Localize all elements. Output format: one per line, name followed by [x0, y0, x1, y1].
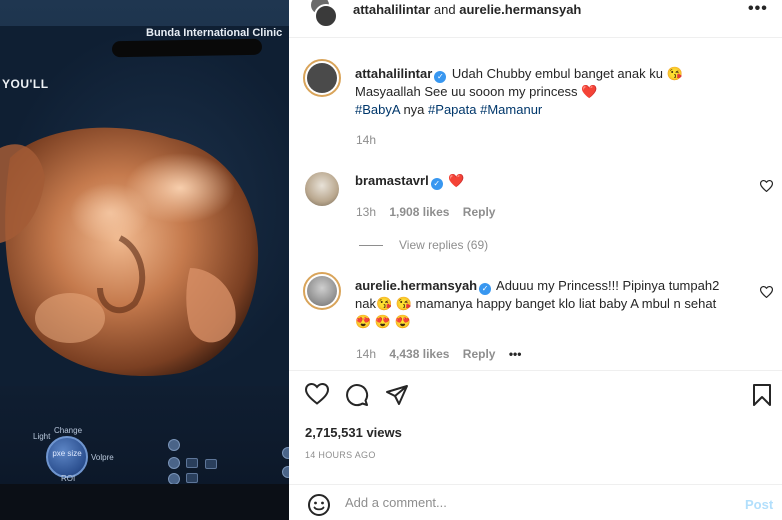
- reply-button[interactable]: Reply: [463, 347, 496, 361]
- size-knob[interactable]: pxe size: [46, 436, 88, 478]
- reply-button[interactable]: Reply: [463, 205, 496, 219]
- comment-username[interactable]: bramastavrl: [355, 173, 429, 188]
- caption-username[interactable]: attahalilintar: [355, 66, 432, 81]
- post-header: attahalilintar and aurelie.hermansyah ••…: [289, 0, 782, 38]
- post-media[interactable]: Bunda International Clinic YOU'LL pxe si…: [0, 0, 289, 520]
- comment-likes[interactable]: 1,908 likes: [389, 205, 449, 219]
- action-bar: [289, 370, 782, 422]
- author-link[interactable]: attahalilintar: [353, 2, 430, 17]
- emoji-icon[interactable]: [307, 493, 331, 517]
- authors-joiner: and: [433, 2, 456, 17]
- comment-likes[interactable]: 4,438 likes: [389, 347, 449, 361]
- monitor-bezel: [0, 484, 289, 520]
- verified-badge-icon: ✓: [434, 71, 447, 83]
- comment-line1: Aduuu my Princess!!! Pipinya tumpah2: [496, 278, 720, 293]
- comment-options-button[interactable]: •••: [509, 347, 522, 361]
- knob-bottom-label: ROI: [61, 474, 76, 483]
- comment-username[interactable]: aurelie.hermansyah: [355, 278, 477, 293]
- comment-composer: Post: [289, 484, 782, 520]
- avatar[interactable]: [305, 172, 339, 206]
- post-timestamp[interactable]: 14 HOURS AGO: [305, 450, 376, 460]
- verified-badge-icon: ✓: [430, 178, 443, 190]
- caption-time[interactable]: 14h: [356, 133, 376, 147]
- like-comment-heart-icon[interactable]: [760, 180, 773, 192]
- comment-time[interactable]: 14h: [356, 347, 376, 361]
- ultrasound-image: [0, 127, 259, 376]
- redaction-bar: [111, 38, 263, 58]
- hashtag-link[interactable]: #Mamanur: [480, 102, 542, 117]
- avatar[interactable]: [303, 59, 341, 97]
- share-paper-plane-icon[interactable]: [385, 383, 409, 407]
- comment-meta: 14h 4,438 likes Reply •••: [356, 347, 521, 361]
- post-panel: attahalilintar and aurelie.hermansyah ••…: [289, 0, 782, 520]
- control-button[interactable]: [186, 458, 198, 468]
- author-link[interactable]: aurelie.hermansyah: [459, 2, 581, 17]
- knob-right-label: Volpre: [91, 453, 114, 462]
- comment-time[interactable]: 13h: [356, 205, 376, 219]
- comment: bramastavrl ✓ ❤️: [355, 172, 755, 190]
- hashtag-link[interactable]: #Papata: [428, 102, 476, 117]
- control-button[interactable]: [168, 457, 180, 469]
- hashtag-link[interactable]: #BabyA: [355, 102, 400, 117]
- collab-avatars[interactable]: [303, 0, 339, 28]
- control-button[interactable]: [186, 473, 198, 483]
- control-button[interactable]: [282, 447, 289, 459]
- overlay-text: YOU'LL: [2, 77, 49, 91]
- comment-bubble-icon[interactable]: [345, 383, 369, 407]
- comment-line2: nak😘 😘 mamanya happy banget klo liat bab…: [355, 296, 717, 311]
- comment-meta: 13h 1,908 likes Reply: [356, 205, 495, 219]
- post-caption: attahalilintar ✓ Udah Chubby embul banget…: [355, 65, 755, 119]
- avatar: [314, 4, 338, 28]
- comment: aurelie.hermansyah ✓ Aduuu my Princess!!!…: [355, 277, 755, 331]
- view-replies-button[interactable]: View replies (69): [359, 238, 488, 252]
- caption-line2: Masyaallah See uu sooon my princess ❤️: [355, 84, 598, 99]
- more-horizontal-icon[interactable]: •••: [748, 0, 768, 18]
- knob-top-label: Change: [54, 426, 83, 435]
- caption-line1: Udah Chubby embul banget anak ku 😘: [451, 66, 683, 81]
- comment-line3: 😍 😍 😍: [355, 314, 411, 329]
- control-button[interactable]: [282, 466, 289, 478]
- avatar[interactable]: [303, 272, 341, 310]
- verified-badge-icon: ✓: [479, 283, 492, 295]
- control-button[interactable]: [168, 439, 180, 451]
- like-heart-icon[interactable]: [305, 383, 329, 405]
- like-comment-heart-icon[interactable]: [760, 286, 773, 298]
- clinic-name: Bunda International Clinic: [146, 27, 283, 39]
- post-authors: attahalilintar and aurelie.hermansyah: [353, 2, 581, 17]
- bookmark-icon[interactable]: [752, 383, 772, 407]
- views-count[interactable]: 2,715,531 views: [305, 425, 402, 440]
- comment-text: ❤️: [448, 173, 465, 188]
- knob-left-label: Light: [33, 432, 51, 441]
- post-button[interactable]: Post: [745, 497, 773, 512]
- control-button[interactable]: [205, 459, 217, 469]
- view-replies-label: View replies (69): [399, 238, 489, 252]
- comment-input[interactable]: [345, 495, 725, 510]
- divider: [359, 245, 383, 247]
- knob-center-label: pxe size: [52, 449, 82, 458]
- caption-text: nya: [403, 102, 425, 117]
